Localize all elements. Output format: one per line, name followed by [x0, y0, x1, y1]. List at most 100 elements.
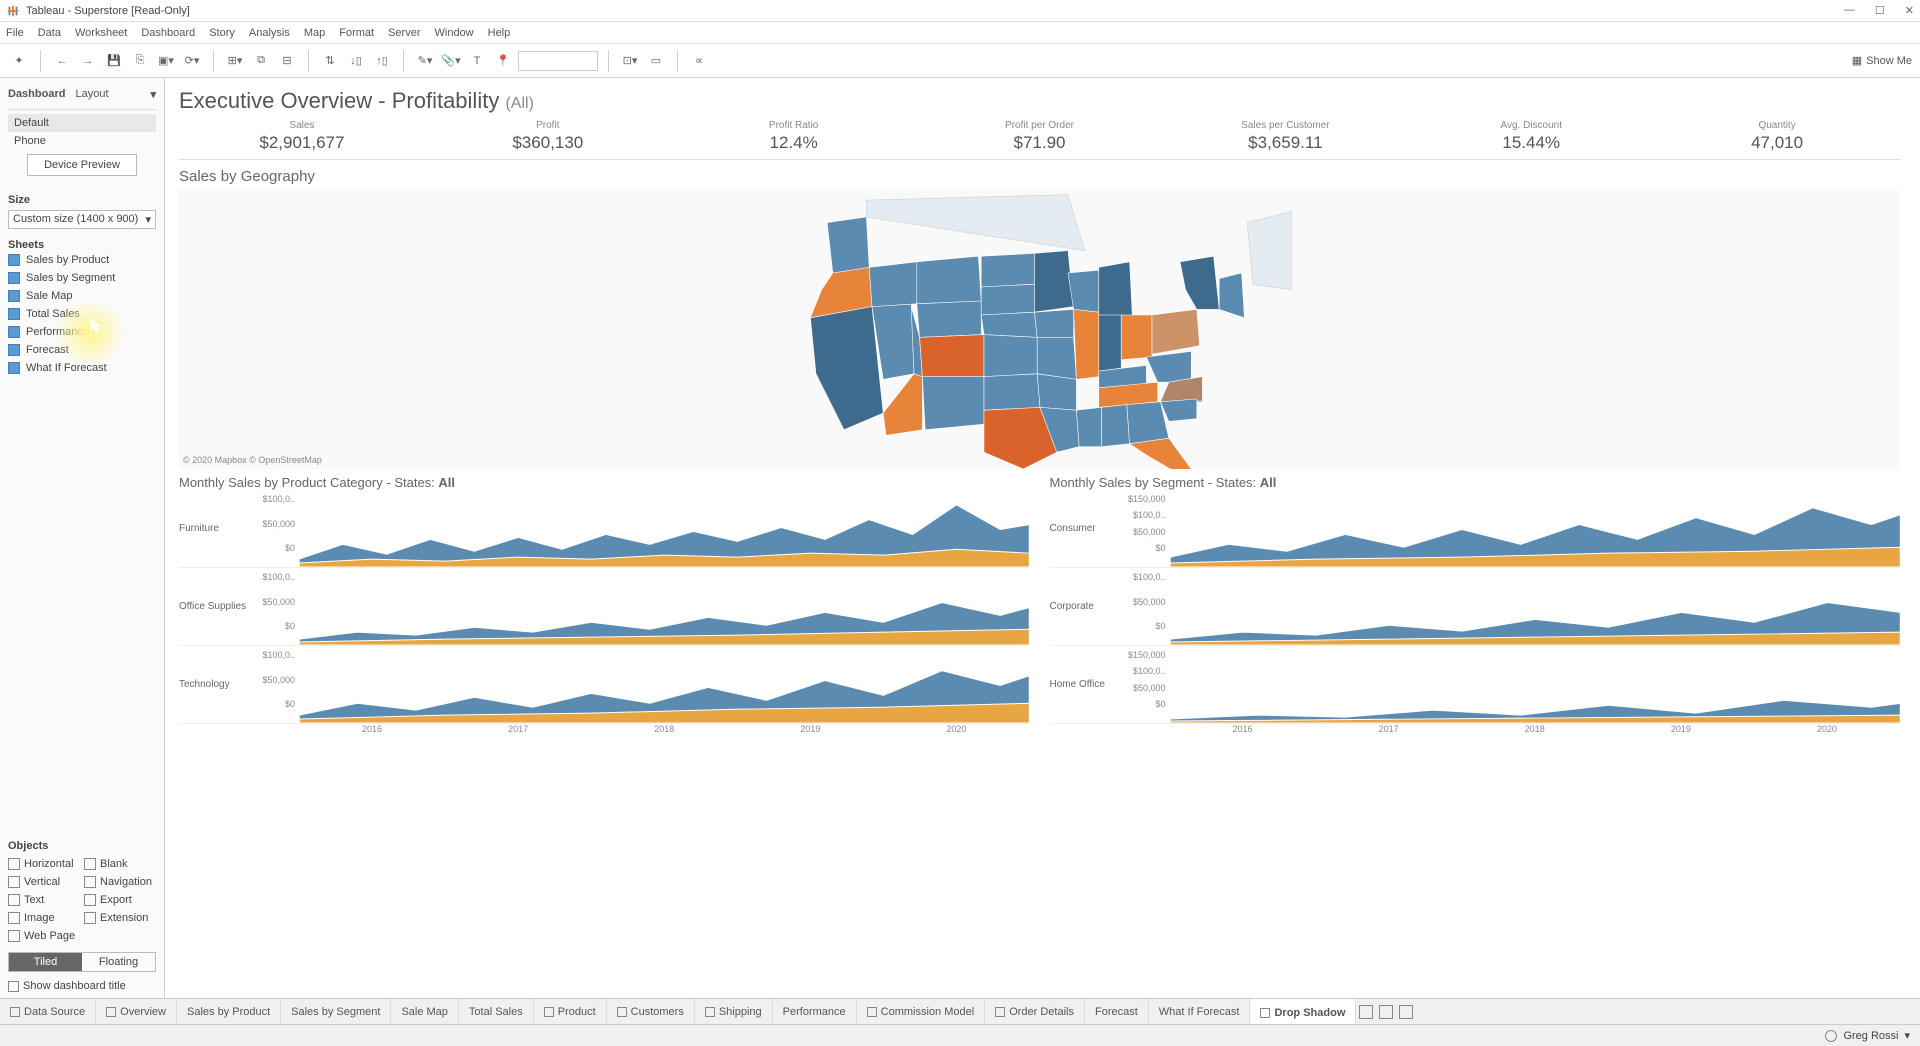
user-name[interactable]: Greg Rossi	[1843, 1030, 1898, 1042]
chart-corporate[interactable]: Corporate $100,0..$50,000$0	[1050, 568, 1901, 646]
redo-icon[interactable]: →	[77, 50, 99, 72]
sheet-sales-by-segment[interactable]: Sales by Segment	[8, 269, 156, 287]
toggle-floating[interactable]: Floating	[82, 953, 155, 971]
menu-file[interactable]: File	[6, 27, 24, 39]
obj-horizontal[interactable]: Horizontal	[8, 856, 80, 872]
group-icon[interactable]: 📎▾	[440, 50, 462, 72]
menu-help[interactable]: Help	[488, 27, 511, 39]
pause-icon[interactable]: ▣▾	[155, 50, 177, 72]
chart-technology[interactable]: Technology $100,0..$50,000$0	[179, 646, 1030, 724]
maximize-icon[interactable]: ☐	[1875, 4, 1885, 17]
chart-consumer[interactable]: Consumer $150,000$100,0..$50,000$0	[1050, 490, 1901, 568]
obj-image[interactable]: Image	[8, 910, 80, 926]
clear-icon[interactable]: ⊟	[276, 50, 298, 72]
sort-asc-icon[interactable]: ↓▯	[345, 50, 367, 72]
swap-icon[interactable]: ⇅	[319, 50, 341, 72]
menu-dashboard[interactable]: Dashboard	[141, 27, 195, 39]
tab-customers[interactable]: Customers	[607, 999, 695, 1024]
save-icon[interactable]: 💾	[103, 50, 125, 72]
device-phone[interactable]: Phone	[8, 132, 156, 150]
sheet-icon	[8, 344, 20, 356]
tab-order-details[interactable]: Order Details	[985, 999, 1085, 1024]
menu-bar: File Data Worksheet Dashboard Story Anal…	[0, 22, 1920, 44]
fit-icon[interactable]: ⊡▾	[619, 50, 641, 72]
sheet-sale-map[interactable]: Sale Map	[8, 287, 156, 305]
tab-drop-shadow[interactable]: Drop Shadow	[1250, 999, 1356, 1024]
obj-webpage[interactable]: Web Page	[8, 928, 80, 944]
webpage-icon	[8, 930, 20, 942]
new-dashboard-icon[interactable]	[1379, 1005, 1393, 1019]
dashboard-icon	[867, 1007, 877, 1017]
device-default[interactable]: Default	[8, 114, 156, 132]
kpi-row: Sales$2,901,677 Profit$360,130 Profit Ra…	[179, 120, 1900, 160]
menu-server[interactable]: Server	[388, 27, 420, 39]
show-title-checkbox[interactable]: Show dashboard title	[8, 980, 156, 992]
chart-office-supplies[interactable]: Office Supplies $100,0..$50,000$0	[179, 568, 1030, 646]
chevron-down-icon: ▾	[145, 213, 151, 226]
obj-blank[interactable]: Blank	[84, 856, 156, 872]
menu-format[interactable]: Format	[339, 27, 374, 39]
menu-worksheet[interactable]: Worksheet	[75, 27, 127, 39]
size-heading: Size	[8, 194, 156, 206]
close-icon[interactable]: ✕	[1905, 4, 1914, 17]
menu-data[interactable]: Data	[38, 27, 61, 39]
tab-performance-bottom[interactable]: Performance	[773, 999, 857, 1024]
share-icon[interactable]: ∝	[688, 50, 710, 72]
chart-home-office[interactable]: Home Office $150,000$100,0..$50,000$0	[1050, 646, 1901, 724]
obj-navigation[interactable]: Navigation	[84, 874, 156, 890]
menu-window[interactable]: Window	[435, 27, 474, 39]
refresh-icon[interactable]: ⟳▾	[181, 50, 203, 72]
tableau-icon[interactable]: ✦	[8, 50, 30, 72]
tab-total-sales[interactable]: Total Sales	[459, 999, 534, 1024]
tab-what-if-bottom[interactable]: What If Forecast	[1149, 999, 1251, 1024]
label-icon[interactable]: T	[466, 50, 488, 72]
collapse-icon[interactable]: ▾	[150, 88, 156, 101]
undo-icon[interactable]: ←	[51, 50, 73, 72]
highlight-icon[interactable]: ✎▾	[414, 50, 436, 72]
sort-desc-icon[interactable]: ↑▯	[371, 50, 393, 72]
kpi-profit-ratio: Profit Ratio12.4%	[671, 120, 917, 153]
obj-extension[interactable]: Extension	[84, 910, 156, 926]
menu-story[interactable]: Story	[209, 27, 235, 39]
chart-furniture[interactable]: Furniture $100,0..$50,000$0	[179, 490, 1030, 568]
toggle-tiled[interactable]: Tiled	[9, 953, 82, 971]
tab-dashboard[interactable]: Dashboard	[8, 88, 65, 101]
device-preview-button[interactable]: Device Preview	[27, 154, 137, 176]
tab-commission[interactable]: Commission Model	[857, 999, 986, 1024]
tab-sales-segment[interactable]: Sales by Segment	[281, 999, 391, 1024]
new-sheet-icon[interactable]: ⊞▾	[224, 50, 246, 72]
new-data-icon[interactable]: ⎘	[129, 50, 151, 72]
sheet-total-sales[interactable]: Total Sales	[8, 305, 156, 323]
sheet-forecast[interactable]: Forecast	[8, 341, 156, 359]
geo-title: Sales by Geography	[179, 168, 1900, 185]
duplicate-icon[interactable]: ⧉	[250, 50, 272, 72]
menu-analysis[interactable]: Analysis	[249, 27, 290, 39]
story-size-select[interactable]	[518, 51, 598, 71]
new-story-icon[interactable]	[1399, 1005, 1413, 1019]
prod-year-axis: 20162017201820192020	[179, 724, 1030, 734]
tab-sales-product[interactable]: Sales by Product	[177, 999, 281, 1024]
present-icon[interactable]: ▭	[645, 50, 667, 72]
tab-overview[interactable]: Overview	[96, 999, 177, 1024]
new-worksheet-icon[interactable]	[1359, 1005, 1373, 1019]
guide-icon[interactable]: 📍	[492, 50, 514, 72]
user-chevron-icon[interactable]: ▾	[1904, 1029, 1910, 1042]
minimize-icon[interactable]: —	[1844, 4, 1855, 17]
tab-forecast-bottom[interactable]: Forecast	[1085, 999, 1149, 1024]
tab-shipping[interactable]: Shipping	[695, 999, 773, 1024]
show-me-button[interactable]: ▦Show Me	[1852, 54, 1912, 67]
sheet-sales-by-product[interactable]: Sales by Product	[8, 251, 156, 269]
tab-sale-map[interactable]: Sale Map	[391, 999, 458, 1024]
tab-product[interactable]: Product	[534, 999, 607, 1024]
menu-map[interactable]: Map	[304, 27, 325, 39]
tab-layout[interactable]: Layout	[75, 88, 108, 101]
sheet-what-if[interactable]: What If Forecast	[8, 359, 156, 377]
obj-vertical[interactable]: Vertical	[8, 874, 80, 890]
datasource-icon	[10, 1007, 20, 1017]
obj-export[interactable]: Export	[84, 892, 156, 908]
map-area[interactable]: © 2020 Mapbox © OpenStreetMap	[179, 189, 1900, 469]
sheet-performance[interactable]: Performance	[8, 323, 156, 341]
size-select[interactable]: Custom size (1400 x 900)▾	[8, 210, 156, 229]
tab-data-source[interactable]: Data Source	[0, 999, 96, 1024]
obj-text[interactable]: Text	[8, 892, 80, 908]
